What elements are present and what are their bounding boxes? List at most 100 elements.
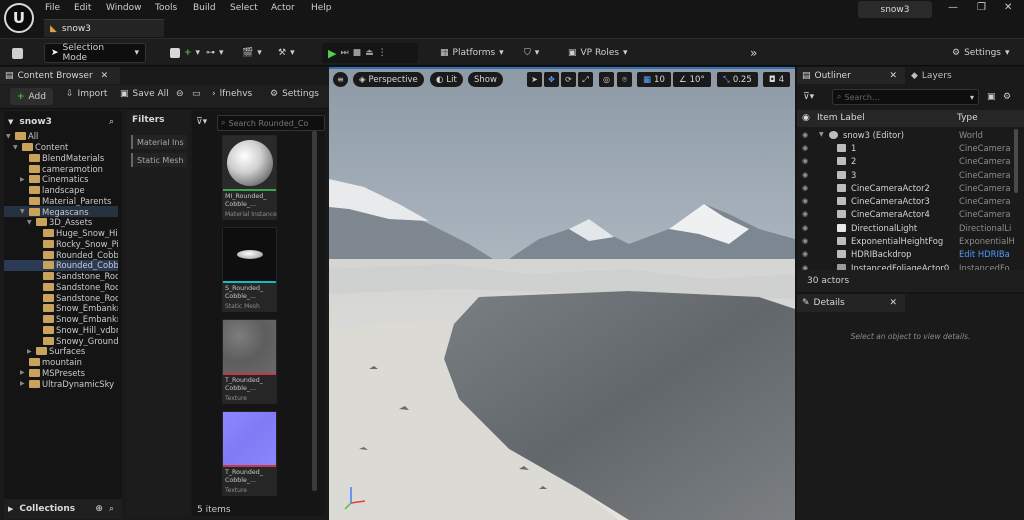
tree-folder-item[interactable]: ▼ All [4,131,118,142]
outliner-row[interactable]: ◉ DirectionalLight DirectionalLi [797,221,1024,234]
tree-folder-item[interactable]: Rocky_Snow_Pi [4,239,118,250]
visibility-eye-icon[interactable]: ◉ [802,131,808,139]
settings-dropdown[interactable]: ⚙ Settings ▾ [946,43,1016,63]
tree-folder-item[interactable]: Rounded_Cobb [4,260,118,271]
tree-folder-item[interactable]: mountain [4,357,118,368]
camera-speed-button[interactable]: ◘ 4 [763,72,791,87]
filter-static-mesh[interactable]: Static Mesh [131,153,187,167]
scale-icon[interactable]: ⤢ [578,72,593,87]
blueprint-icon[interactable]: ⊶ ▾ [200,43,230,63]
more-options-icon[interactable]: ⋮ [378,48,387,58]
outliner-scrollbar[interactable] [1014,129,1018,193]
outliner-search-input[interactable]: ⌕ Search... ▾ [832,89,979,105]
outliner-row[interactable]: ◉ 3 CineCamera [797,168,1024,181]
chevron-down-icon[interactable]: ▼ [6,133,13,140]
menu-actor[interactable]: Actor [271,3,295,13]
expand-toolbar-icon[interactable]: » [744,43,763,63]
simulate-icon[interactable]: ⏭ [340,48,348,58]
outliner-row[interactable]: ◉ ExponentialHeightFog ExponentialH [797,234,1024,247]
tree-folder-item[interactable]: Snow_Embankn [4,303,118,314]
perspective-button[interactable]: ◈ Perspective [353,72,424,87]
column-type[interactable]: Type [957,113,978,123]
asset-tile[interactable]: T_Rounded_ Cobble_... Texture [222,319,277,404]
menu-build[interactable]: Build [193,3,216,13]
menu-edit[interactable]: Edit [74,3,91,13]
tree-folder-item[interactable]: Snowy_Ground_ [4,335,118,346]
outliner-row[interactable]: ◉ CineCameraActor2 CineCamera [797,181,1024,194]
close-button[interactable]: ✕ [1004,2,1012,13]
minimize-button[interactable]: — [948,2,958,13]
scale-snap-button[interactable]: ⤡ 0.25 [717,72,758,87]
rotate-icon[interactable]: ⟳ [561,72,576,87]
source-control-icon[interactable]: ⛉ ▾ [518,43,545,63]
world-local-icon[interactable]: ◎ [599,72,614,87]
tree-folder-item[interactable]: Sandstone_Roc [4,292,118,303]
visibility-eye-icon[interactable]: ◉ [802,144,808,152]
asset-tile[interactable]: T_Rounded_ Cobble_... Texture [222,411,277,496]
surface-snap-icon[interactable]: ⌾ [617,72,632,87]
selection-mode-dropdown[interactable]: ➤ Selection Mode ▾ [44,43,146,63]
visibility-eye-icon[interactable]: ◉ [802,197,808,205]
tree-folder-item[interactable]: Huge_Snow_Hil [4,228,118,239]
level-viewport[interactable]: ≡ ◈ Perspective ◐ Lit Show ➤ ✥ ⟳ ⤢ ◎ ⌾ ▦ 10… [329,67,795,520]
import-button[interactable]: ⇩ Import [66,89,107,99]
tree-folder-item[interactable]: ▼ Megascans [4,206,118,217]
visibility-eye-icon[interactable]: ◉ [802,171,808,179]
stop-icon[interactable]: ■ [353,48,362,58]
outliner-row[interactable]: ◉ 1 CineCamera [797,141,1024,154]
platforms-dropdown[interactable]: ▦ Platforms ▾ [434,43,510,63]
filter-icon[interactable]: ⊽▾ [196,117,207,127]
hamburger-menu-icon[interactable]: ≡ [333,72,348,87]
tab-details[interactable]: ✎ Details ✕ [797,294,905,312]
tree-folder-item[interactable]: ▶ Cinematics [4,174,118,185]
filter-icon[interactable]: ⊽▾ [803,92,814,102]
chevron-right-icon[interactable]: ▶ [20,369,27,376]
close-tab-icon[interactable]: ✕ [101,71,109,81]
chevron-down-icon[interactable]: ▼ [13,144,20,151]
tree-folder-item[interactable]: Material_Parents [4,196,118,207]
grid-snap-button[interactable]: ▦ 10 [637,72,671,87]
build-icon[interactable]: ⚒ ▾ [272,43,301,63]
menu-help[interactable]: Help [311,3,332,13]
visibility-eye-icon[interactable]: ◉ [802,184,808,192]
visibility-eye-icon[interactable]: ◉ [802,237,808,245]
outliner-row[interactable]: ◉ HDRIBackdrop Edit HDRIBa [797,248,1024,261]
tree-folder-item[interactable]: ▶ MSPresets [4,368,118,379]
tree-folder-item[interactable]: ▶ Surfaces [4,346,118,357]
add-collection-icon[interactable]: ⊕ [95,504,103,514]
cb-settings-button[interactable]: ⚙ Settings [270,89,319,99]
asset-search-input[interactable]: ⌕ Search Rounded_Co [217,115,325,131]
menu-window[interactable]: Window [106,3,142,13]
visibility-eye-icon[interactable]: ◉ [802,157,808,165]
save-icon[interactable] [6,43,29,63]
tab-layers[interactable]: ◆ Layers [907,67,967,84]
chevron-down-icon[interactable]: ▼ [27,219,34,226]
add-folder-icon[interactable]: ▣ [987,92,996,102]
tree-folder-item[interactable]: Snow_Embankn [4,314,118,325]
cinematics-icon[interactable]: 🎬 ▾ [236,43,268,63]
lit-button[interactable]: ◐ Lit [430,72,463,87]
folder-path-icon[interactable]: ▭ [192,89,201,99]
tree-folder-item[interactable]: ▼ 3D_Assets [4,217,118,228]
asset-scrollbar[interactable] [312,131,317,491]
breadcrumb-path[interactable]: › lfnehvs [212,89,252,99]
filter-material-instance[interactable]: Material Ins [131,135,187,149]
tab-outliner[interactable]: ▤ Outliner ✕ [797,67,905,84]
close-tab-icon[interactable]: ✕ [889,71,897,81]
tree-folder-item[interactable]: ▼ Content [4,142,118,153]
tree-folder-item[interactable]: ▶ UltraDynamicSky [4,378,118,389]
vp-roles-dropdown[interactable]: ▣ VP Roles ▾ [562,43,634,63]
chevron-right-icon[interactable]: ▶ [20,176,27,183]
search-icon[interactable]: ⌕ [109,504,114,514]
tree-folder-item[interactable]: landscape [4,185,118,196]
search-icon[interactable]: ⌕ [109,117,114,127]
tab-content-browser[interactable]: ▤ Content Browser ✕ [0,67,120,84]
restore-button[interactable]: ❐ [977,2,986,13]
column-item-label[interactable]: Item Label [817,113,865,123]
gear-icon[interactable]: ⚙ [1003,92,1011,102]
visibility-eye-icon[interactable]: ◉ [802,113,810,123]
tree-folder-item[interactable]: cameramotion [4,163,118,174]
menu-select[interactable]: Select [230,3,258,13]
chevron-down-icon[interactable]: ▼ [8,118,13,126]
tree-folder-item[interactable]: Snow_Hill_vdbn [4,325,118,336]
